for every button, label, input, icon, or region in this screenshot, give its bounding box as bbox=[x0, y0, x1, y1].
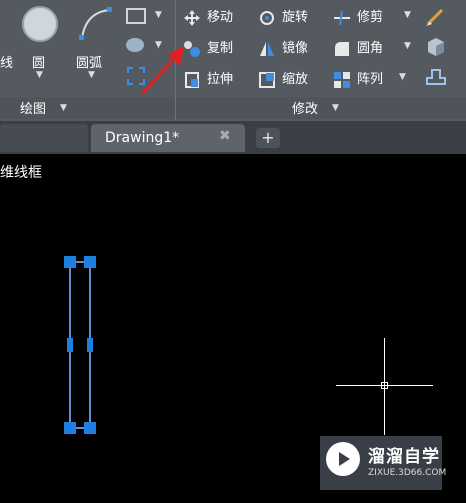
watermark-logo bbox=[326, 442, 360, 476]
watermark-url: ZIXUE.3D66.COM bbox=[368, 468, 447, 478]
scale-label: 缩放 bbox=[282, 72, 309, 87]
cube-icon bbox=[428, 38, 444, 56]
watermark-brand: 溜溜自学 bbox=[368, 447, 440, 467]
array-label: 阵列 bbox=[357, 72, 384, 87]
arc-tool-label[interactable]: 圆弧 bbox=[76, 52, 102, 71]
grip-top-left[interactable] bbox=[64, 256, 76, 268]
erase-button[interactable] bbox=[424, 4, 448, 28]
new-tab-button[interactable]: + bbox=[256, 128, 280, 148]
draw-panel-title[interactable]: 绘图 bbox=[20, 98, 46, 117]
arc-dropdown-arrow[interactable]: ▼ bbox=[88, 70, 95, 80]
arc-icon bbox=[79, 7, 112, 40]
crosshair-pickbox bbox=[381, 382, 388, 389]
tab-drawing1-label: Drawing1* bbox=[105, 130, 180, 146]
grip-top-right[interactable] bbox=[84, 256, 96, 268]
brush-icon bbox=[426, 8, 444, 26]
array-button[interactable]: 阵列 bbox=[333, 68, 383, 89]
rectangle-dropdown-arrow[interactable]: ▼ bbox=[155, 10, 162, 20]
circle-tool-button[interactable] bbox=[20, 2, 58, 50]
fillet-button[interactable]: 圆角 bbox=[333, 37, 383, 58]
annotation-arrow bbox=[140, 46, 184, 96]
viewport-visual-style-label[interactable]: 维线框 bbox=[0, 162, 42, 182]
modify-panel-title-bar[interactable] bbox=[176, 97, 466, 119]
grip-mid-right[interactable] bbox=[87, 338, 93, 352]
fillet-dropdown-arrow[interactable]: ▼ bbox=[404, 41, 411, 51]
trim-label: 修剪 bbox=[357, 10, 384, 25]
circle-dropdown-arrow[interactable]: ▼ bbox=[36, 70, 43, 80]
array-icon bbox=[333, 71, 351, 89]
rotate-icon bbox=[258, 9, 276, 27]
close-tab-icon[interactable]: ✖ bbox=[219, 128, 231, 144]
rotate-button[interactable]: 旋转 bbox=[258, 6, 308, 27]
plus-icon: + bbox=[261, 128, 275, 147]
rotate-label: 旋转 bbox=[282, 10, 309, 25]
mirror-button[interactable]: 镜像 bbox=[258, 37, 308, 58]
play-icon bbox=[339, 452, 350, 466]
grip-bottom-left[interactable] bbox=[64, 422, 76, 434]
grip-mid-left[interactable] bbox=[67, 338, 73, 352]
offset-button[interactable] bbox=[424, 64, 448, 88]
solid-edit-button[interactable] bbox=[424, 34, 448, 58]
rectangle-icon[interactable] bbox=[126, 8, 146, 24]
scale-button[interactable]: 缩放 bbox=[258, 68, 308, 89]
circle-tool-label[interactable]: 圆 bbox=[32, 52, 45, 71]
trim-button[interactable]: 修剪 bbox=[333, 6, 383, 27]
scale-icon bbox=[258, 71, 276, 89]
circle-icon bbox=[22, 6, 58, 42]
move-icon bbox=[183, 9, 201, 27]
stretch-label: 拉伸 bbox=[207, 72, 234, 87]
move-button[interactable]: 移动 bbox=[183, 6, 233, 27]
mirror-icon bbox=[258, 40, 276, 58]
grip-bottom-right[interactable] bbox=[84, 422, 96, 434]
line-tool-label[interactable]: 线 bbox=[0, 52, 13, 71]
draw-panel-dropdown-arrow[interactable]: ▼ bbox=[60, 103, 67, 113]
modify-panel-title[interactable]: 修改 bbox=[292, 98, 318, 117]
fillet-label: 圆角 bbox=[357, 41, 384, 56]
trim-icon bbox=[333, 9, 351, 27]
offset-icon bbox=[426, 69, 446, 85]
move-label: 移动 bbox=[207, 10, 234, 25]
arc-tool-button[interactable] bbox=[74, 2, 114, 50]
fillet-icon bbox=[333, 40, 351, 58]
array-dropdown-arrow[interactable]: ▼ bbox=[399, 72, 406, 82]
copy-label: 复制 bbox=[207, 41, 234, 56]
inactive-tab[interactable] bbox=[0, 124, 88, 152]
modify-panel-dropdown-arrow[interactable]: ▼ bbox=[332, 103, 339, 113]
watermark: 溜溜自学 ZIXUE.3D66.COM bbox=[320, 436, 446, 490]
trim-dropdown-arrow[interactable]: ▼ bbox=[404, 10, 411, 20]
mirror-label: 镜像 bbox=[282, 41, 309, 56]
